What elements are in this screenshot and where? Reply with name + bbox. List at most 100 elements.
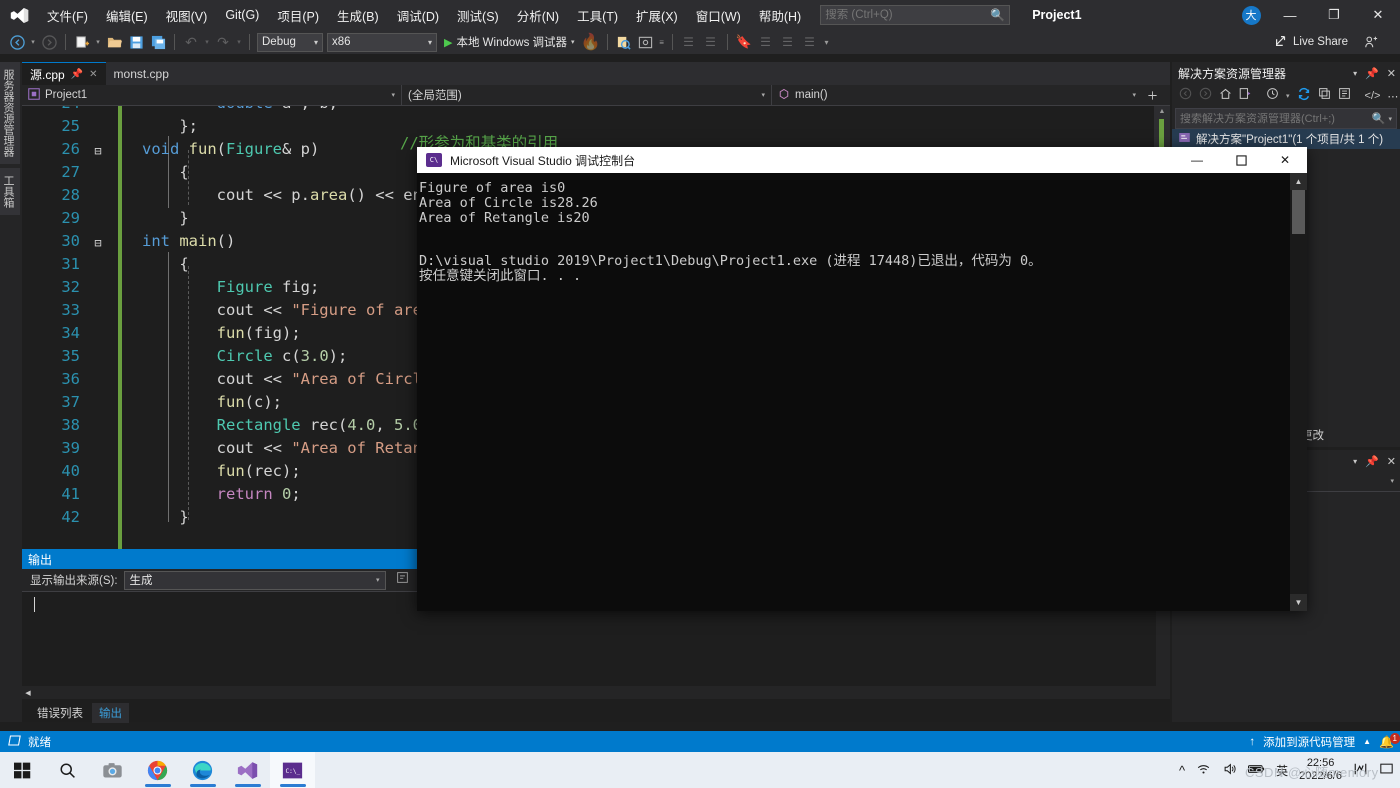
- console-minimize-button[interactable]: —: [1175, 147, 1219, 173]
- navbar-scope-dropdown[interactable]: (全局范围) ▾: [402, 84, 772, 106]
- close-button[interactable]: ✕: [1356, 0, 1400, 30]
- code-analysis-icon[interactable]: [613, 31, 635, 53]
- taskbar-app-console-window-icon[interactable]: C:\_: [270, 752, 315, 788]
- taskbar-clock[interactable]: 22:56 2022/6/6: [1299, 757, 1342, 783]
- navigate-back-icon[interactable]: [6, 31, 28, 53]
- properties-icon[interactable]: [1338, 87, 1351, 105]
- close-icon[interactable]: ✕: [1387, 67, 1396, 80]
- home-icon[interactable]: [1219, 87, 1232, 105]
- overflow-icon[interactable]: ⋯: [1387, 90, 1398, 103]
- start-debugging-button[interactable]: ▶ 本地 Windows 调试器 ▾: [439, 31, 580, 53]
- taskbar-app-chrome-icon[interactable]: [135, 752, 180, 788]
- pin-icon[interactable]: 📌: [1365, 67, 1379, 80]
- find-message-icon[interactable]: [396, 571, 409, 589]
- bookmark-icon[interactable]: 🔖: [733, 31, 755, 53]
- tray-chevron-up-icon[interactable]: ^: [1179, 763, 1185, 778]
- vtab-toolbox[interactable]: 工具箱: [0, 168, 20, 215]
- taskbar-search-icon[interactable]: [45, 752, 90, 788]
- solution-config-dropdown[interactable]: Debug ▾: [257, 32, 323, 52]
- taskbar-app-visual-studio-icon[interactable]: [225, 752, 270, 788]
- ime-indicator[interactable]: 英: [1276, 762, 1288, 779]
- navbar-project-dropdown[interactable]: Project1 ▾: [22, 84, 402, 106]
- collapse-icon[interactable]: ⊟: [92, 140, 104, 163]
- console-title-bar[interactable]: C\ Microsoft Visual Studio 调试控制台 — ✕: [417, 147, 1307, 173]
- show-desktop-icon[interactable]: [1379, 762, 1394, 779]
- pending-changes-icon[interactable]: [1266, 87, 1279, 105]
- preview-window-icon[interactable]: [635, 31, 657, 53]
- close-icon[interactable]: ✕: [89, 69, 97, 80]
- solution-explorer-search-input[interactable]: [1180, 112, 1372, 125]
- menu-view[interactable]: 视图(V): [157, 0, 217, 30]
- global-search-box[interactable]: 🔍: [820, 5, 1011, 25]
- network-graph-icon[interactable]: [1353, 762, 1368, 779]
- pin-icon[interactable]: 📌: [71, 69, 83, 80]
- chevron-down-icon[interactable]: ▾: [1353, 457, 1357, 466]
- menu-project[interactable]: 项目(P): [268, 0, 328, 30]
- chevron-down-icon[interactable]: ▾: [1388, 115, 1392, 123]
- add-to-source-control-button[interactable]: 添加到源代码管理: [1263, 734, 1355, 750]
- solution-platform-dropdown[interactable]: x86 ▾: [327, 32, 437, 52]
- split-editor-icon[interactable]: [1142, 90, 1162, 101]
- sync-with-active-document-icon[interactable]: [1239, 87, 1252, 105]
- menu-debug[interactable]: 调试(D): [388, 0, 448, 30]
- live-share-button[interactable]: Live Share: [1274, 30, 1348, 54]
- editor-tab-source-cpp[interactable]: 源.cpp 📌 ✕: [22, 62, 106, 85]
- avatar[interactable]: 大: [1241, 5, 1261, 25]
- start-button[interactable]: [0, 752, 45, 788]
- console-scroll-thumb[interactable]: [1292, 190, 1305, 234]
- back-dropdown-icon[interactable]: ▾: [28, 31, 38, 53]
- new-project-icon[interactable]: [71, 31, 93, 53]
- scroll-up-icon[interactable]: ▲: [1154, 106, 1170, 116]
- menu-git[interactable]: Git(G): [216, 0, 268, 30]
- taskbar-app-edge-icon[interactable]: [180, 752, 225, 788]
- debug-console-window[interactable]: C\ Microsoft Visual Studio 调试控制台 — ✕ Fig…: [417, 147, 1307, 611]
- minimize-button[interactable]: —: [1268, 0, 1312, 30]
- save-icon[interactable]: [125, 31, 147, 53]
- console-close-button[interactable]: ✕: [1263, 147, 1307, 173]
- tab-error-list[interactable]: 错误列表: [30, 703, 90, 723]
- new-project-dropdown-icon[interactable]: ▾: [93, 31, 103, 53]
- scroll-up-icon[interactable]: ▲: [1290, 173, 1307, 190]
- menu-tools[interactable]: 工具(T): [568, 0, 627, 30]
- chevron-down-icon[interactable]: ▾: [1286, 92, 1290, 100]
- open-folder-icon[interactable]: [103, 31, 125, 53]
- scroll-left-icon[interactable]: ◀: [22, 686, 34, 699]
- output-horizontal-scrollbar[interactable]: ◀: [22, 686, 1156, 699]
- editor-tab-monst-cpp[interactable]: monst.cpp: [106, 62, 177, 85]
- battery-icon[interactable]: [1248, 763, 1265, 778]
- show-all-files-icon[interactable]: </>: [1365, 90, 1381, 102]
- scroll-down-icon[interactable]: ▼: [1290, 594, 1307, 611]
- menu-test[interactable]: 测试(S): [448, 0, 508, 30]
- tab-output[interactable]: 输出: [92, 702, 129, 723]
- menu-analyze[interactable]: 分析(N): [508, 0, 568, 30]
- refresh-icon[interactable]: [1297, 87, 1311, 106]
- menu-extensions[interactable]: 扩展(X): [627, 0, 687, 30]
- menu-help[interactable]: 帮助(H): [750, 0, 810, 30]
- console-vertical-scrollbar[interactable]: ▲ ▼: [1290, 173, 1307, 611]
- speaker-icon[interactable]: [1222, 762, 1237, 779]
- menu-window[interactable]: 窗口(W): [687, 0, 750, 30]
- live-share-account-icon[interactable]: [1364, 30, 1378, 54]
- output-source-dropdown[interactable]: 生成 ▾: [123, 570, 386, 590]
- chevron-down-icon[interactable]: ▾: [1353, 69, 1357, 78]
- wifi-icon[interactable]: [1196, 762, 1211, 779]
- menu-build[interactable]: 生成(B): [328, 0, 388, 30]
- collapse-all-icon[interactable]: [1318, 87, 1331, 105]
- save-all-icon[interactable]: [147, 31, 169, 53]
- collapse-icon[interactable]: ⊟: [92, 232, 104, 255]
- solution-explorer-search[interactable]: 🔍 ▾: [1175, 108, 1397, 129]
- navbar-member-dropdown[interactable]: main() ▾: [772, 85, 1142, 106]
- menu-file[interactable]: 文件(F): [38, 0, 97, 30]
- toolbar-overflow-icon[interactable]: ≡: [657, 31, 667, 53]
- global-search-input[interactable]: [825, 9, 991, 21]
- notifications-button[interactable]: 🔔 1: [1379, 732, 1400, 749]
- solution-root-row[interactable]: 解决方案"Project1"(1 个项目/共 1 个): [1172, 129, 1400, 149]
- toolbar-options-icon[interactable]: ▾: [821, 31, 833, 53]
- console-output-area[interactable]: Figure of area is0 Area of Circle is28.2…: [417, 173, 1307, 611]
- taskbar-app-snipping-tool-icon[interactable]: [90, 752, 135, 788]
- caret-up-icon[interactable]: ▲: [1363, 737, 1371, 746]
- console-maximize-button[interactable]: [1219, 147, 1263, 173]
- close-icon[interactable]: ✕: [1387, 455, 1396, 468]
- maximize-button[interactable]: ❐: [1312, 0, 1356, 30]
- vtab-server-explorer[interactable]: 服务器资源管理器: [0, 62, 20, 164]
